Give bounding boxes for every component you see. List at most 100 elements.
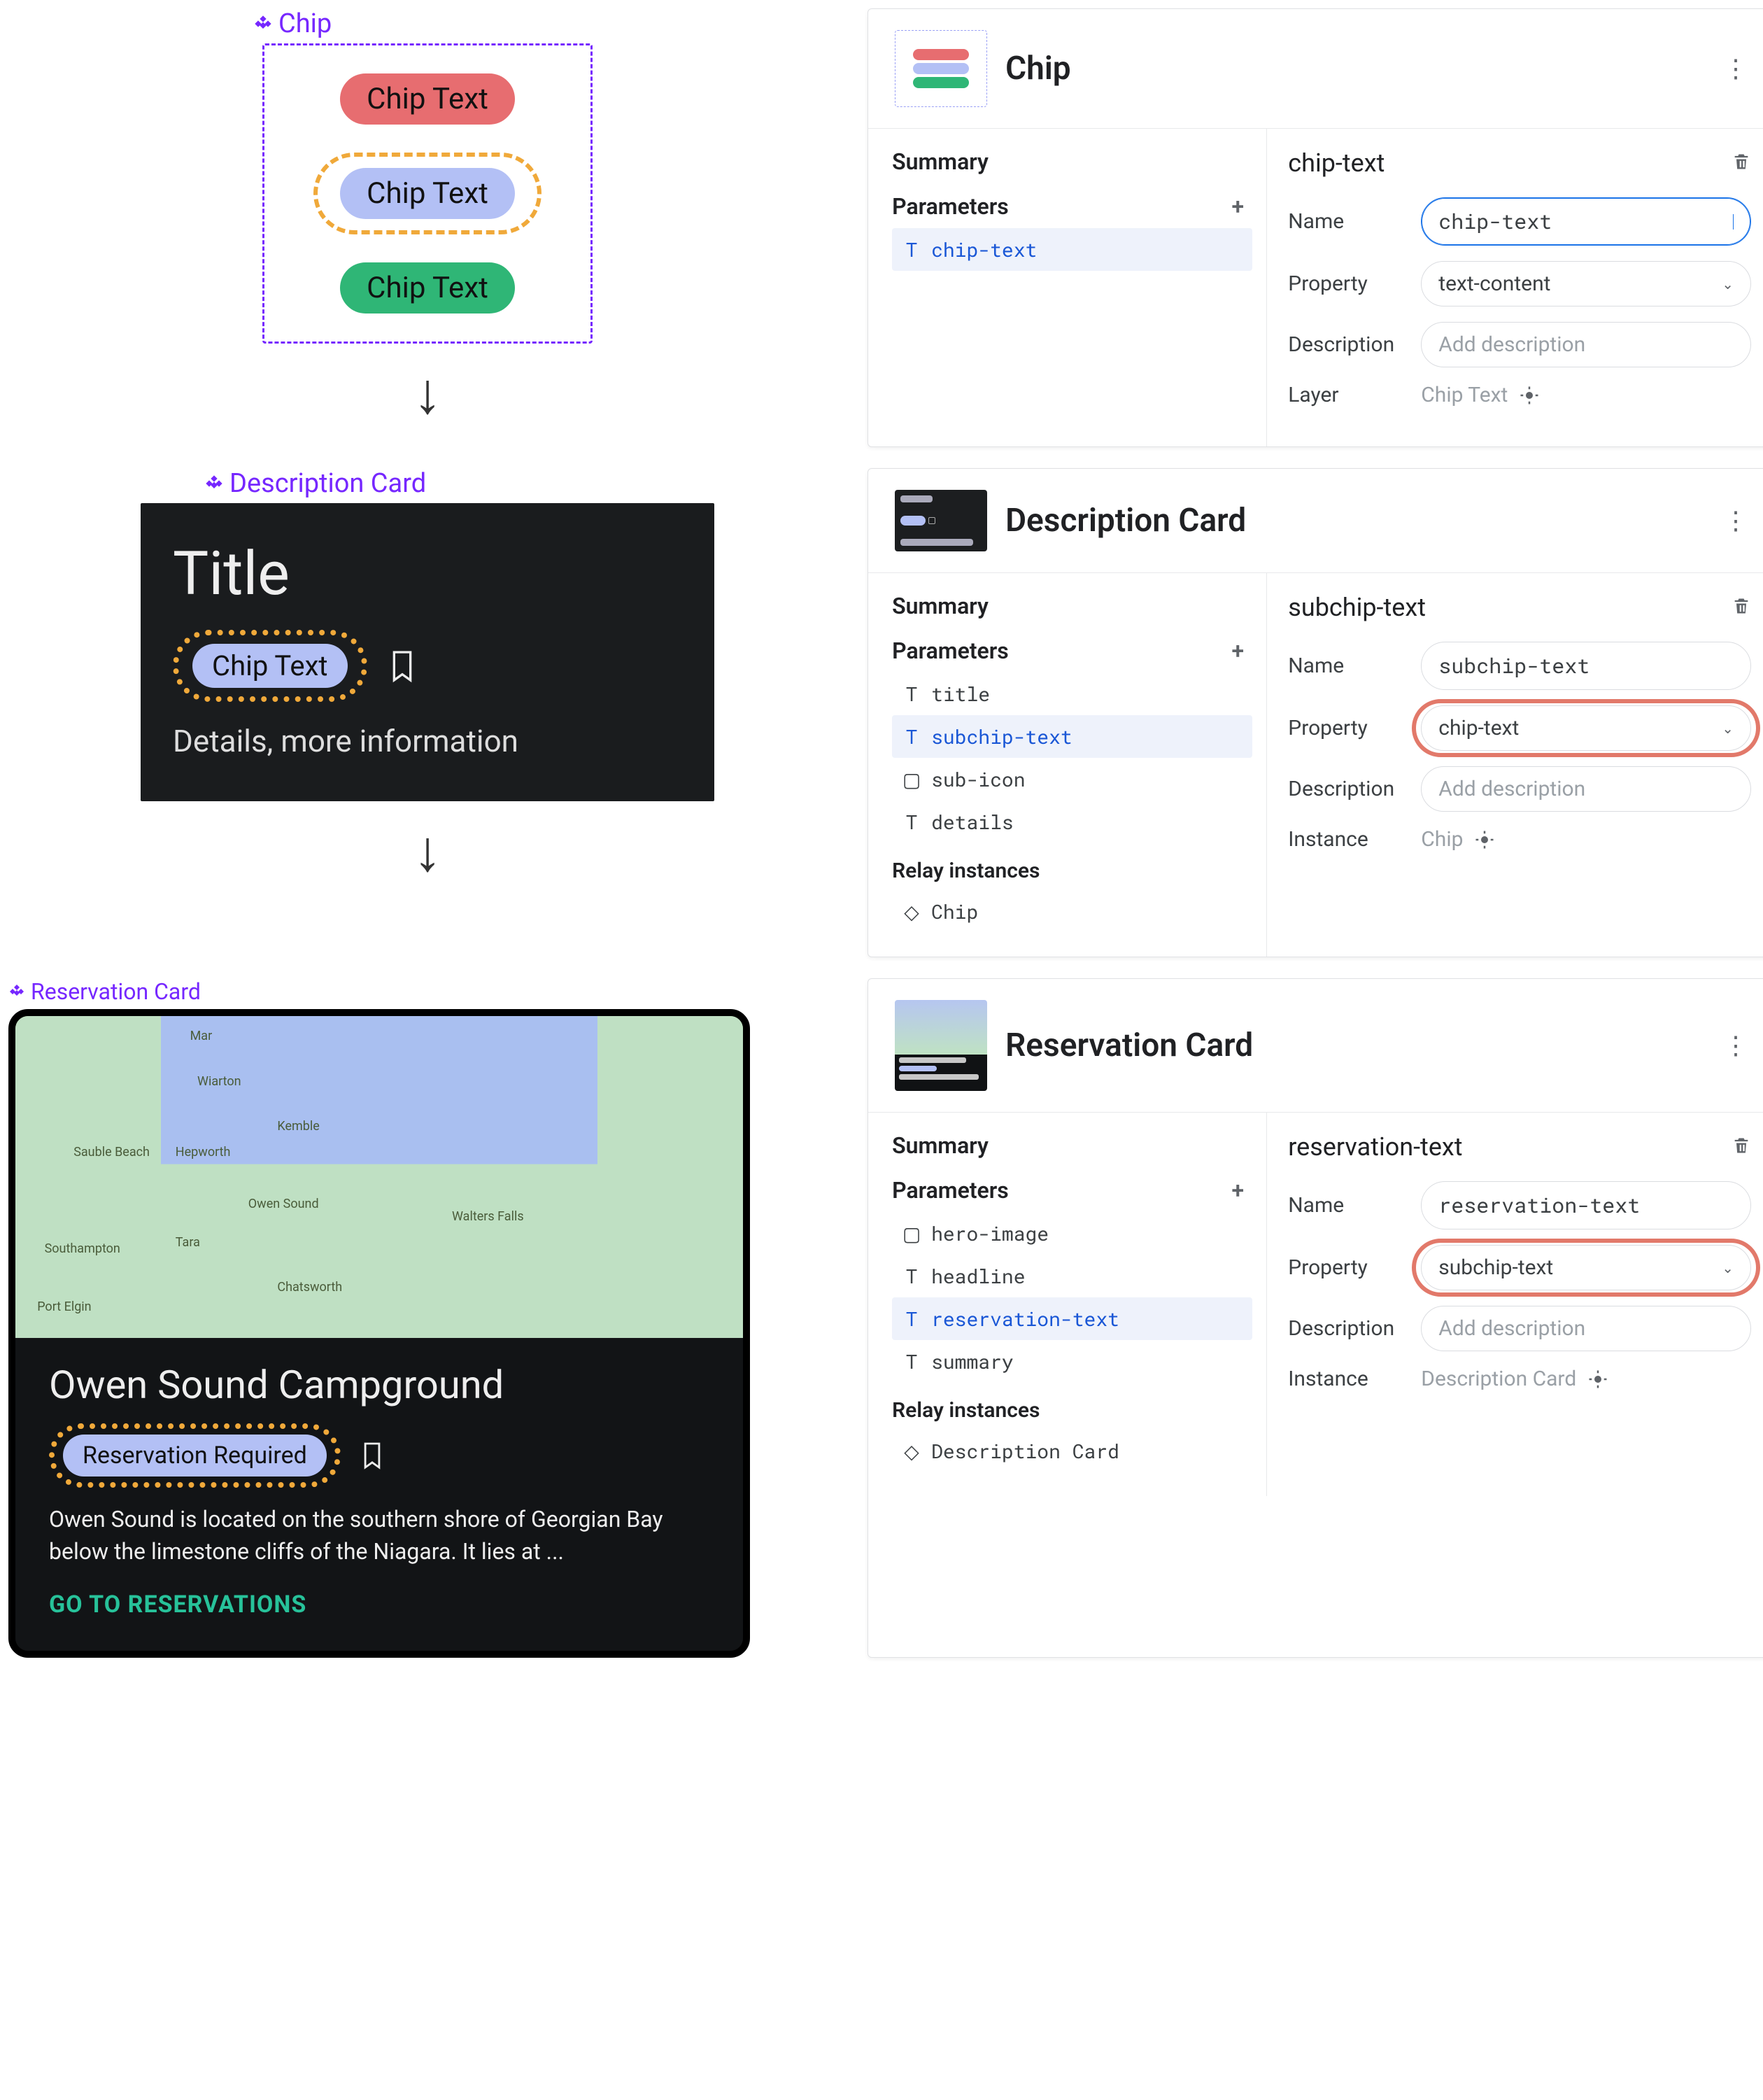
bookmark-icon xyxy=(388,648,416,684)
add-parameter-button[interactable]: + xyxy=(1223,1176,1252,1205)
parameter-item-label: details xyxy=(931,809,1014,835)
parameters-heading: Parameters xyxy=(892,1177,1009,1204)
parameter-item[interactable]: Tdetails xyxy=(892,801,1252,843)
description-input[interactable]: Add description xyxy=(1421,766,1751,812)
parameter-item-label: hero-image xyxy=(931,1220,1049,1246)
panel-reservation-card: Reservation Card ⋮ Summary Parameters + … xyxy=(868,978,1763,1658)
component-label-chip-text: Chip xyxy=(278,8,332,39)
field-property-label: Property xyxy=(1288,1255,1400,1280)
map-label: Walters Falls xyxy=(452,1209,524,1224)
rc-headline: Owen Sound Campground xyxy=(49,1362,709,1408)
map-hero-image: Mar Wiarton Sauble Beach Hepworth Kemble… xyxy=(15,1016,743,1338)
map-label: Wiarton xyxy=(197,1074,241,1089)
name-input[interactable]: reservation-text xyxy=(1421,1181,1751,1229)
locate-icon[interactable] xyxy=(1474,829,1495,850)
name-input-value: subchip-text xyxy=(1438,652,1589,679)
rc-chip: Reservation Required xyxy=(63,1435,327,1477)
chip-red: Chip Text xyxy=(340,73,515,125)
dc-title: Title xyxy=(173,538,682,609)
parameter-item[interactable]: Theadline xyxy=(892,1255,1252,1297)
relay-instances-heading: Relay instances xyxy=(892,859,1252,883)
text-caret xyxy=(1733,214,1734,230)
property-select[interactable]: text-content ⌄ xyxy=(1421,261,1751,306)
parameter-detail-header: reservation-text xyxy=(1288,1132,1462,1162)
chevron-down-icon: ⌄ xyxy=(1722,720,1734,737)
property-select-value: chip-text xyxy=(1438,716,1519,740)
panel-menu-button[interactable]: ⋮ xyxy=(1723,54,1748,83)
parameter-item[interactable]: Tsubchip-text xyxy=(892,715,1252,758)
relay-instances-heading: Relay instances xyxy=(892,1398,1252,1423)
chip-frame: Chip Text Chip Text Chip Text xyxy=(262,43,593,344)
parameter-item[interactable]: Treservation-text xyxy=(892,1297,1252,1340)
description-placeholder: Add description xyxy=(1438,332,1585,357)
parameter-item-label: sub-icon xyxy=(931,766,1025,792)
rc-chip-outline: Reservation Required xyxy=(49,1423,341,1488)
summary-heading: Summary xyxy=(892,593,1252,619)
add-parameter-button[interactable]: + xyxy=(1223,636,1252,665)
description-input[interactable]: Add description xyxy=(1421,1306,1751,1351)
chip-blue: Chip Text xyxy=(340,168,515,219)
delete-parameter-button[interactable] xyxy=(1732,1132,1751,1162)
summary-heading: Summary xyxy=(892,1132,1252,1159)
delete-parameter-button[interactable] xyxy=(1732,593,1751,622)
field-description-label: Description xyxy=(1288,1316,1400,1341)
panel-dc-thumbnail xyxy=(895,490,987,551)
panel-menu-button[interactable]: ⋮ xyxy=(1723,506,1748,535)
diamond-icon xyxy=(253,14,273,34)
field-instance-label: Instance xyxy=(1288,827,1400,852)
trash-icon xyxy=(1732,596,1751,616)
parameter-detail-header: subchip-text xyxy=(1288,593,1426,622)
locate-icon[interactable] xyxy=(1587,1369,1608,1390)
delete-parameter-button[interactable] xyxy=(1732,148,1751,178)
summary-heading: Summary xyxy=(892,148,1252,175)
description-input[interactable]: Add description xyxy=(1421,322,1751,367)
field-description-label: Description xyxy=(1288,777,1400,801)
trash-icon xyxy=(1732,152,1751,171)
diamond-outline-icon: ◇ xyxy=(902,899,921,924)
component-label-dc-text: Description Card xyxy=(229,468,426,499)
name-input-value: reservation-text xyxy=(1438,1192,1640,1219)
chip-selection-outline: Chip Text xyxy=(313,153,541,234)
parameter-item[interactable]: ▢ hero-image xyxy=(892,1212,1252,1255)
name-input[interactable]: subchip-text xyxy=(1421,642,1751,690)
field-name-label: Name xyxy=(1288,654,1400,678)
parameter-item[interactable]: Ttitle xyxy=(892,672,1252,715)
field-instance-label: Instance xyxy=(1288,1367,1400,1391)
component-label-rc-text: Reservation Card xyxy=(31,978,201,1005)
image-type-icon: ▢ xyxy=(902,766,921,792)
parameter-item[interactable]: ▢ sub-icon xyxy=(892,758,1252,801)
panel-rc-title: Reservation Card xyxy=(1005,1027,1705,1064)
instance-value: Description Card xyxy=(1421,1367,1576,1391)
parameter-item[interactable]: T chip-text xyxy=(892,228,1252,271)
rc-cta-button[interactable]: GO TO RESERVATIONS xyxy=(49,1591,709,1619)
relay-instance-item[interactable]: ◇ Chip xyxy=(892,890,1252,933)
trash-icon xyxy=(1732,1136,1751,1155)
diamond-icon xyxy=(204,474,224,493)
text-type-icon: T xyxy=(902,1306,921,1332)
image-type-icon: ▢ xyxy=(902,1220,921,1246)
relay-instance-item[interactable]: ◇ Description Card xyxy=(892,1430,1252,1472)
panel-chip-title: Chip xyxy=(1005,50,1705,87)
parameter-item-label: reservation-text xyxy=(931,1306,1119,1332)
relay-instance-label: Chip xyxy=(931,899,978,924)
component-label-dc: Description Card xyxy=(204,468,426,499)
parameter-item[interactable]: Tsummary xyxy=(892,1340,1252,1383)
name-input[interactable]: chip-text xyxy=(1421,197,1751,246)
property-select[interactable]: chip-text ⌄ xyxy=(1421,705,1751,751)
reservation-card-preview: Mar Wiarton Sauble Beach Hepworth Kemble… xyxy=(8,1009,750,1658)
property-select[interactable]: subchip-text ⌄ xyxy=(1421,1245,1751,1290)
text-type-icon: T xyxy=(902,237,921,262)
panel-description-card: Description Card ⋮ Summary Parameters + … xyxy=(868,468,1763,957)
field-description-label: Description xyxy=(1288,332,1400,357)
panel-menu-button[interactable]: ⋮ xyxy=(1723,1031,1748,1060)
parameter-item-label: chip-text xyxy=(931,237,1037,262)
add-parameter-button[interactable]: + xyxy=(1223,192,1252,221)
component-label-chip: Chip xyxy=(253,8,332,39)
parameters-heading: Parameters xyxy=(892,193,1009,220)
locate-icon[interactable] xyxy=(1519,385,1540,406)
field-name-label: Name xyxy=(1288,1193,1400,1218)
map-label: Hepworth xyxy=(176,1145,231,1160)
panel-chip-thumbnail xyxy=(895,30,987,107)
text-type-icon: T xyxy=(902,1263,921,1289)
text-type-icon: T xyxy=(902,724,921,749)
